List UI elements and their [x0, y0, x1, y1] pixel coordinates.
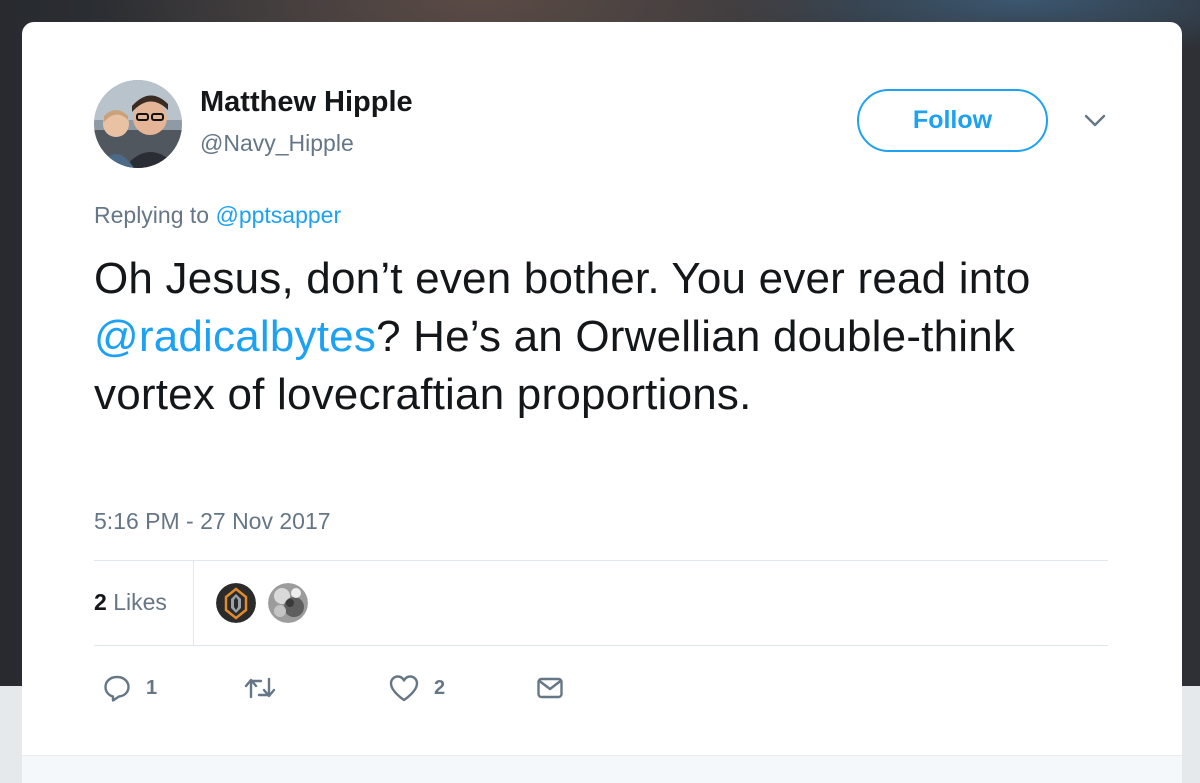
reply-button[interactable]: 1: [102, 671, 157, 705]
follow-button[interactable]: Follow: [857, 89, 1048, 152]
liker-avatar[interactable]: [214, 581, 258, 625]
replying-prefix: Replying to: [94, 202, 210, 228]
envelope-icon: [537, 677, 563, 699]
tweet-timestamp[interactable]: 5:16 PM - 27 Nov 2017: [94, 508, 331, 535]
replying-to-line: Replying to @pptsapper: [94, 202, 341, 229]
liker-avatar[interactable]: [266, 581, 310, 625]
like-count: 2: [434, 676, 446, 699]
reply-count: 1: [146, 676, 158, 699]
stats-separator: [193, 561, 194, 645]
modal-footer: [22, 755, 1182, 783]
replying-to-mention[interactable]: @pptsapper: [215, 202, 341, 228]
likes-stat[interactable]: 2 Likes: [94, 589, 167, 616]
tweet-modal: Matthew Hipple @Navy_Hipple Follow Reply…: [22, 22, 1182, 783]
more-options-button[interactable]: [1082, 108, 1108, 134]
stats-divider-top: [94, 560, 1108, 561]
likes-count: 2: [94, 589, 107, 615]
heart-icon: [389, 675, 419, 702]
author-avatar[interactable]: [94, 80, 182, 168]
tweet-mention-link[interactable]: @radicalbytes: [94, 312, 376, 361]
stats-divider-bottom: [94, 645, 1108, 646]
author-name[interactable]: Matthew Hipple: [200, 86, 413, 119]
tweet-text: Oh Jesus, don’t even bother. You ever re…: [94, 250, 1104, 424]
likes-label: Likes: [113, 589, 167, 615]
tweet-text-part1: Oh Jesus, don’t even bother. You ever re…: [94, 254, 1031, 303]
retweet-button[interactable]: [243, 671, 291, 705]
reply-icon: [104, 675, 130, 702]
chevron-down-icon: [1084, 114, 1106, 127]
author-handle[interactable]: @Navy_Hipple: [200, 130, 354, 157]
like-button[interactable]: 2: [388, 671, 445, 705]
direct-message-button[interactable]: [535, 671, 565, 705]
retweet-icon: [244, 677, 276, 699]
